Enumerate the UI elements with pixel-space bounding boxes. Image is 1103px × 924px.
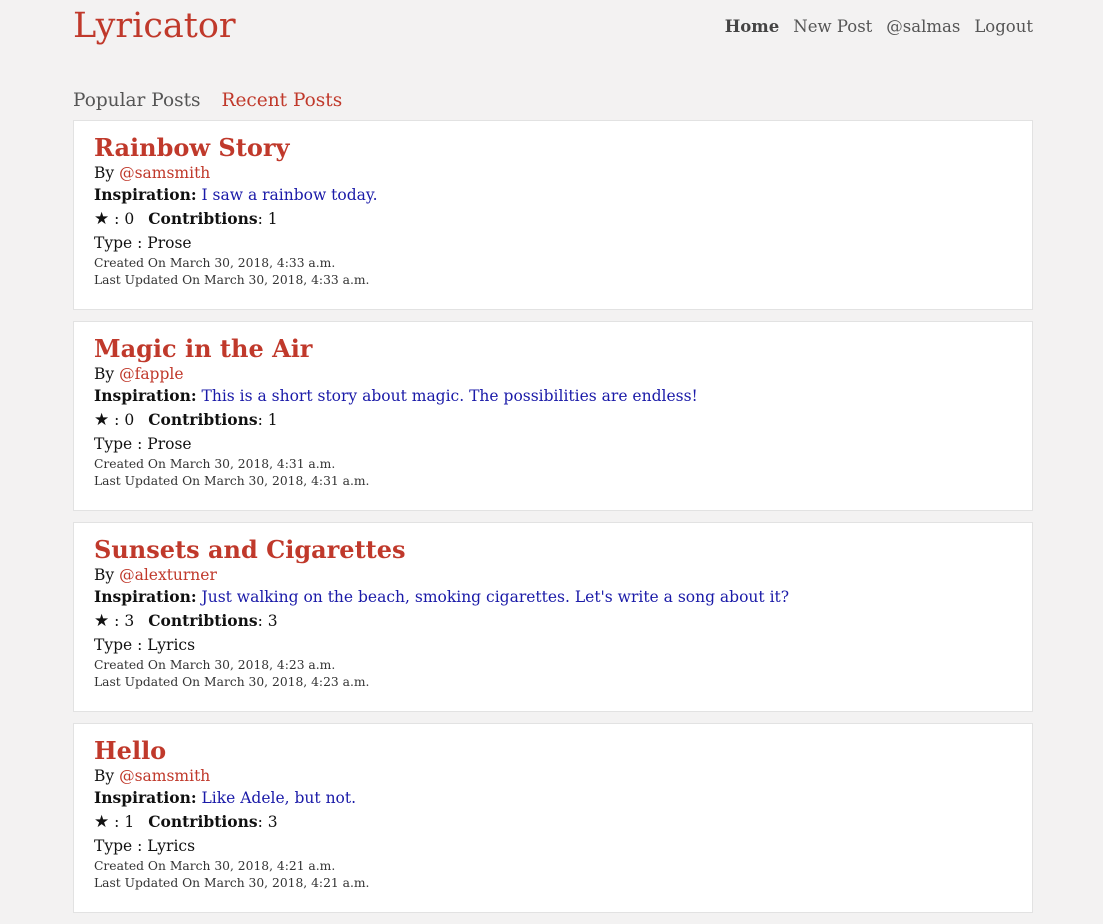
post-type-value: Lyrics [147, 636, 196, 654]
post-inspiration-text: I saw a rainbow today. [201, 186, 378, 204]
contributions-label: Contribtions [148, 410, 258, 429]
post-type-value: Lyrics [147, 837, 196, 855]
post-updated-date: March 30, 2018, 4:21 a.m. [204, 876, 370, 890]
created-label: Created On [94, 859, 170, 873]
post-card: Magic in the Air By @fapple Inspiration:… [73, 321, 1033, 511]
post-title-link[interactable]: Hello [94, 736, 1012, 766]
by-label: By [94, 566, 120, 584]
post-stats-line: ★ : 1 Contribtions: 3 [94, 812, 278, 832]
post-author-line: By @alexturner [94, 565, 1012, 585]
post-inspiration-text: Just walking on the beach, smoking cigar… [201, 588, 790, 606]
inspiration-label: Inspiration: [94, 386, 197, 405]
star-icon: ★ [94, 812, 110, 832]
star-icon: ★ [94, 410, 110, 430]
updated-label: Last Updated On [94, 675, 205, 689]
post-inspiration-line: Inspiration: This is a short story about… [94, 384, 1012, 408]
post-title-link[interactable]: Rainbow Story [94, 133, 1012, 163]
type-label: Type : [94, 435, 148, 453]
post-contributions-count: 3 [267, 813, 278, 831]
by-label: By [94, 164, 120, 182]
post-updated-line: Last Updated On March 30, 2018, 4:23 a.m… [94, 674, 1012, 691]
nav-logout-link[interactable]: Logout [974, 17, 1033, 36]
top-nav: Home New Post @salmas Logout [725, 17, 1033, 36]
updated-label: Last Updated On [94, 273, 205, 287]
post-star-count: 3 [124, 612, 135, 630]
post-created-date: March 30, 2018, 4:23 a.m. [169, 658, 336, 672]
contributions-label: Contribtions [148, 611, 258, 630]
post-created-line: Created On March 30, 2018, 4:21 a.m. [94, 858, 1012, 875]
inspiration-label: Inspiration: [94, 587, 197, 606]
post-contributions-count: 3 [267, 612, 278, 630]
type-label: Type : [94, 837, 148, 855]
post-inspiration-line: Inspiration: Just walking on the beach, … [94, 585, 1012, 609]
post-tabs: Popular Posts Recent Posts [73, 90, 342, 111]
updated-label: Last Updated On [94, 876, 205, 890]
post-created-date: March 30, 2018, 4:21 a.m. [169, 859, 336, 873]
tab-recent-posts[interactable]: Recent Posts [222, 90, 343, 111]
post-stats-line: ★ : 0 Contribtions: 1 [94, 410, 278, 430]
type-label: Type : [94, 636, 148, 654]
post-updated-date: March 30, 2018, 4:31 a.m. [204, 474, 370, 488]
post-updated-line: Last Updated On March 30, 2018, 4:21 a.m… [94, 875, 1012, 892]
type-label: Type : [94, 234, 148, 252]
post-type-line: Type : Lyrics [94, 834, 1012, 858]
created-label: Created On [94, 457, 170, 471]
post-updated-date: March 30, 2018, 4:33 a.m. [204, 273, 370, 287]
nav-new-post-link[interactable]: New Post [793, 17, 872, 36]
tab-popular-posts[interactable]: Popular Posts [73, 90, 201, 111]
post-author-line: By @fapple [94, 364, 1012, 384]
post-type-value: Prose [147, 435, 192, 453]
post-updated-line: Last Updated On March 30, 2018, 4:33 a.m… [94, 272, 1012, 289]
post-author-link[interactable]: @fapple [119, 365, 183, 383]
post-stats-line: ★ : 0 Contribtions: 1 [94, 209, 278, 229]
post-inspiration-text: This is a short story about magic. The p… [201, 387, 698, 405]
post-star-count: 0 [124, 210, 135, 228]
post-card: Hello By @samsmith Inspiration: Like Ade… [73, 723, 1033, 913]
brand-logo-link[interactable]: Lyricator [73, 6, 236, 46]
post-card: Sunsets and Cigarettes By @alexturner In… [73, 522, 1033, 712]
post-title-link[interactable]: Magic in the Air [94, 334, 1012, 364]
post-inspiration-text: Like Adele, but not. [201, 789, 357, 807]
page: Lyricator Home New Post @salmas Logout P… [0, 0, 1103, 914]
by-label: By [94, 365, 120, 383]
updated-label: Last Updated On [94, 474, 205, 488]
post-updated-date: March 30, 2018, 4:23 a.m. [204, 675, 370, 689]
nav-home-link[interactable]: Home [725, 17, 780, 36]
post-type-line: Type : Lyrics [94, 633, 1012, 657]
post-stats-line: ★ : 3 Contribtions: 3 [94, 611, 278, 631]
post-contributions-count: 1 [267, 210, 278, 228]
nav-user-profile-link[interactable]: @salmas [886, 17, 960, 36]
post-contributions-count: 1 [267, 411, 278, 429]
post-author-link[interactable]: @alexturner [119, 566, 217, 584]
by-label: By [94, 767, 120, 785]
post-created-line: Created On March 30, 2018, 4:33 a.m. [94, 255, 1012, 272]
inspiration-label: Inspiration: [94, 185, 197, 204]
post-created-date: March 30, 2018, 4:33 a.m. [169, 256, 336, 270]
inspiration-label: Inspiration: [94, 788, 197, 807]
post-created-line: Created On March 30, 2018, 4:23 a.m. [94, 657, 1012, 674]
post-created-line: Created On March 30, 2018, 4:31 a.m. [94, 456, 1012, 473]
post-inspiration-line: Inspiration: I saw a rainbow today. [94, 183, 1012, 207]
post-type-value: Prose [147, 234, 192, 252]
created-label: Created On [94, 256, 170, 270]
star-icon: ★ [94, 611, 110, 631]
post-type-line: Type : Prose [94, 432, 1012, 456]
star-icon: ★ [94, 209, 110, 229]
post-updated-line: Last Updated On March 30, 2018, 4:31 a.m… [94, 473, 1012, 490]
post-list: Rainbow Story By @samsmith Inspiration: … [73, 120, 1033, 924]
post-author-line: By @samsmith [94, 766, 1012, 786]
post-author-link[interactable]: @samsmith [119, 767, 210, 785]
post-title-link[interactable]: Sunsets and Cigarettes [94, 535, 1012, 565]
post-author-line: By @samsmith [94, 163, 1012, 183]
post-author-link[interactable]: @samsmith [119, 164, 210, 182]
post-star-count: 0 [124, 411, 135, 429]
post-created-date: March 30, 2018, 4:31 a.m. [169, 457, 336, 471]
post-inspiration-line: Inspiration: Like Adele, but not. [94, 786, 1012, 810]
post-card: Rainbow Story By @samsmith Inspiration: … [73, 120, 1033, 310]
contributions-label: Contribtions [148, 812, 258, 831]
created-label: Created On [94, 658, 170, 672]
post-type-line: Type : Prose [94, 231, 1012, 255]
post-star-count: 1 [124, 813, 135, 831]
contributions-label: Contribtions [148, 209, 258, 228]
